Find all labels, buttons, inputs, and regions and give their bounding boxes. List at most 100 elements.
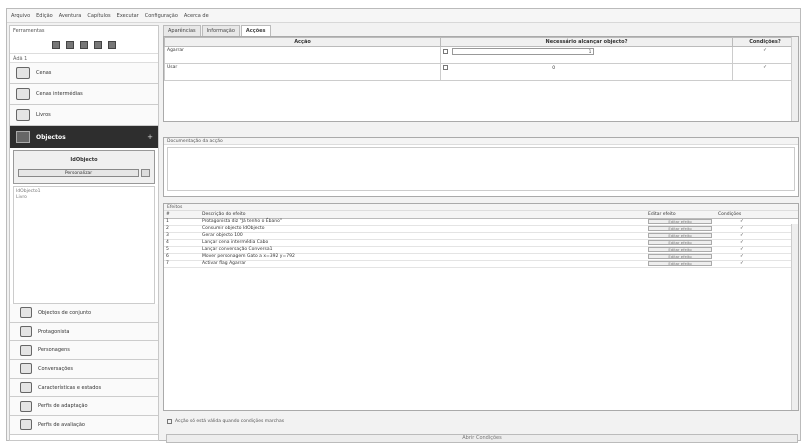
nav-set-objects[interactable]: Objectos de conjunto bbox=[10, 304, 158, 323]
edit-cell: Editar efeito bbox=[646, 232, 716, 240]
distance-value: 0 bbox=[552, 66, 556, 71]
conditions-cell[interactable]: ✓ bbox=[716, 260, 798, 268]
menu-run[interactable]: Executar bbox=[117, 13, 139, 19]
conditions-cell[interactable]: ✓ bbox=[716, 218, 798, 226]
edit-effect-button[interactable]: Editar efeito bbox=[648, 260, 712, 266]
nav-label: Perfis de avaliação bbox=[38, 421, 85, 428]
table-row[interactable]: 3 Gerar objecto 100 Editar efeito ✓ bbox=[164, 232, 798, 240]
nav-label: Perfis de adaptação bbox=[38, 403, 88, 410]
table-row[interactable]: 4 Lançar cena intermédia Cabo Editar efeit… bbox=[164, 239, 798, 247]
effect-description[interactable]: Lançar conversação Conversa1 bbox=[200, 246, 646, 254]
menu-file[interactable]: Arquivo bbox=[11, 13, 30, 19]
edit-effect-button[interactable]: Editar efeito bbox=[648, 225, 712, 231]
tab-appearance[interactable]: Aparências bbox=[163, 25, 201, 36]
table-row[interactable]: 5 Lançar conversação Conversa1 Editar efei… bbox=[164, 246, 798, 254]
nav-conversations[interactable]: Conversações bbox=[10, 360, 158, 379]
edit-effect-button[interactable]: Editar efeito bbox=[648, 239, 712, 245]
table-row[interactable]: Usar 0 ✓ bbox=[164, 63, 798, 81]
table-row[interactable]: 7 Activar flag Agarrar Editar efeito ✓ bbox=[164, 260, 798, 268]
conditions-cell[interactable]: ✓ bbox=[716, 232, 798, 240]
distance-combo[interactable]: 1 bbox=[452, 48, 595, 55]
main-area: Aparências Informação Acções Acção Neces… bbox=[163, 25, 799, 443]
effect-description[interactable]: Gerar objecto 100 bbox=[200, 232, 646, 240]
nav-label: Cenas bbox=[36, 70, 52, 76]
tab-bar: Aparências Informação Acções bbox=[163, 25, 799, 36]
edit-cell: Editar efeito bbox=[646, 239, 716, 247]
menu-chapters[interactable]: Capítulos bbox=[87, 13, 110, 19]
conditions-cell[interactable]: ✓ bbox=[732, 63, 798, 81]
conditions-cell[interactable]: ✓ bbox=[732, 46, 798, 64]
conditions-cell[interactable]: ✓ bbox=[716, 253, 798, 261]
effect-description[interactable]: Lançar cena intermédia Cabo bbox=[200, 239, 646, 247]
player-icon bbox=[20, 326, 32, 338]
list-item[interactable]: Livro bbox=[16, 195, 152, 201]
effect-description[interactable]: Protagonista diz "Já tenho o Ébano" bbox=[200, 218, 646, 226]
object-id-list[interactable]: IdObjecto1 Livro bbox=[13, 186, 155, 304]
nav-scenes[interactable]: Cenas bbox=[10, 63, 158, 84]
open-conditions-button[interactable]: Abrir Condições bbox=[166, 434, 798, 443]
action-name[interactable]: Usar bbox=[164, 63, 441, 81]
tab-actions[interactable]: Acções bbox=[240, 25, 271, 36]
nav-label: Livros bbox=[36, 112, 51, 118]
effects-scrollbar[interactable] bbox=[791, 224, 798, 410]
nav-label: Conversações bbox=[38, 365, 73, 372]
needs-cell: 1 bbox=[440, 46, 733, 64]
effect-number: 1 bbox=[164, 218, 200, 226]
documentation-textarea[interactable] bbox=[167, 147, 795, 191]
nav-adaptation[interactable]: Perfis de adaptação bbox=[10, 397, 158, 417]
menu-about[interactable]: Acerca de bbox=[184, 13, 209, 19]
tool-3-icon[interactable] bbox=[80, 40, 88, 49]
nav-flags[interactable]: Características e estados bbox=[10, 378, 158, 398]
effects-table: # Descrição do efeito Editar efeito Cond… bbox=[164, 211, 798, 268]
nav-characters[interactable]: Personagens bbox=[10, 341, 158, 361]
menu-config[interactable]: Configuração bbox=[145, 13, 178, 19]
nav-books[interactable]: Livros bbox=[10, 105, 158, 126]
menu-bar: Arquivo Edição Aventura Capítulos Execut… bbox=[7, 9, 800, 23]
tool-2-icon[interactable] bbox=[66, 40, 74, 49]
object-options-icon[interactable] bbox=[141, 169, 150, 177]
assessment-icon bbox=[20, 419, 32, 431]
needs-checkbox[interactable] bbox=[443, 65, 448, 70]
conditions-cell[interactable]: ✓ bbox=[716, 246, 798, 254]
nav-objects[interactable]: Objectos + bbox=[10, 126, 158, 148]
tool-4-icon[interactable] bbox=[94, 40, 102, 49]
valid-condition-checkbox[interactable] bbox=[167, 419, 172, 424]
effect-description[interactable]: Activar flag Agarrar bbox=[200, 260, 646, 268]
needs-checkbox[interactable] bbox=[443, 49, 448, 54]
effects-caption: Efeitos bbox=[164, 204, 798, 211]
add-object-button[interactable]: + bbox=[147, 133, 153, 141]
objects-icon bbox=[16, 131, 30, 143]
edit-effect-button[interactable]: Editar efeito bbox=[648, 232, 712, 238]
tab-information[interactable]: Informação bbox=[201, 25, 240, 36]
table-row[interactable]: 1 Protagonista diz "Já tenho o Ébano" Edit… bbox=[164, 218, 798, 226]
object-name: IdObjecto bbox=[70, 157, 98, 163]
nav-cutscenes[interactable]: Cenas intermédias bbox=[10, 84, 158, 105]
tool-1-icon[interactable] bbox=[52, 40, 60, 49]
effect-description[interactable]: Consumir objecto IdObjecto bbox=[200, 225, 646, 233]
edit-effect-button[interactable]: Editar efeito bbox=[648, 246, 712, 252]
edit-effect-button[interactable]: Editar efeito bbox=[648, 253, 712, 259]
actions-scrollbar[interactable] bbox=[791, 37, 798, 121]
sidebar: Ferramentas Ádã 1 Cenas Cenas intermédia… bbox=[9, 25, 159, 441]
action-name[interactable]: Agarrar bbox=[164, 46, 441, 64]
effect-number: 5 bbox=[164, 246, 200, 254]
effect-description[interactable]: Mover personagem Gato a x=392 y=792 bbox=[200, 253, 646, 261]
table-row[interactable]: 6 Mover personagem Gato a x=392 y=792 Edit… bbox=[164, 253, 798, 261]
effect-number: 6 bbox=[164, 253, 200, 261]
table-row[interactable]: Agarrar 1 ✓ bbox=[164, 46, 798, 64]
nav-player[interactable]: Protagonista bbox=[10, 322, 158, 342]
conditions-cell[interactable]: ✓ bbox=[716, 239, 798, 247]
nav-assessment[interactable]: Perfis de avaliação bbox=[10, 416, 158, 435]
edit-cell: Editar efeito bbox=[646, 225, 716, 233]
characters-icon bbox=[20, 344, 32, 356]
customize-button[interactable]: Personalizar bbox=[18, 169, 139, 177]
edit-cell: Editar efeito bbox=[646, 253, 716, 261]
edit-effect-button[interactable]: Editar efeito bbox=[648, 218, 712, 224]
menu-adventure[interactable]: Aventura bbox=[59, 13, 82, 19]
menu-edit[interactable]: Edição bbox=[36, 13, 53, 19]
tool-5-icon[interactable] bbox=[108, 40, 116, 49]
nav-label: Cenas intermédias bbox=[36, 91, 83, 97]
chapter-field[interactable]: Ádã 1 bbox=[10, 54, 158, 63]
conditions-cell[interactable]: ✓ bbox=[716, 225, 798, 233]
table-row[interactable]: 2 Consumir objecto IdObjecto Editar efeito… bbox=[164, 225, 798, 233]
